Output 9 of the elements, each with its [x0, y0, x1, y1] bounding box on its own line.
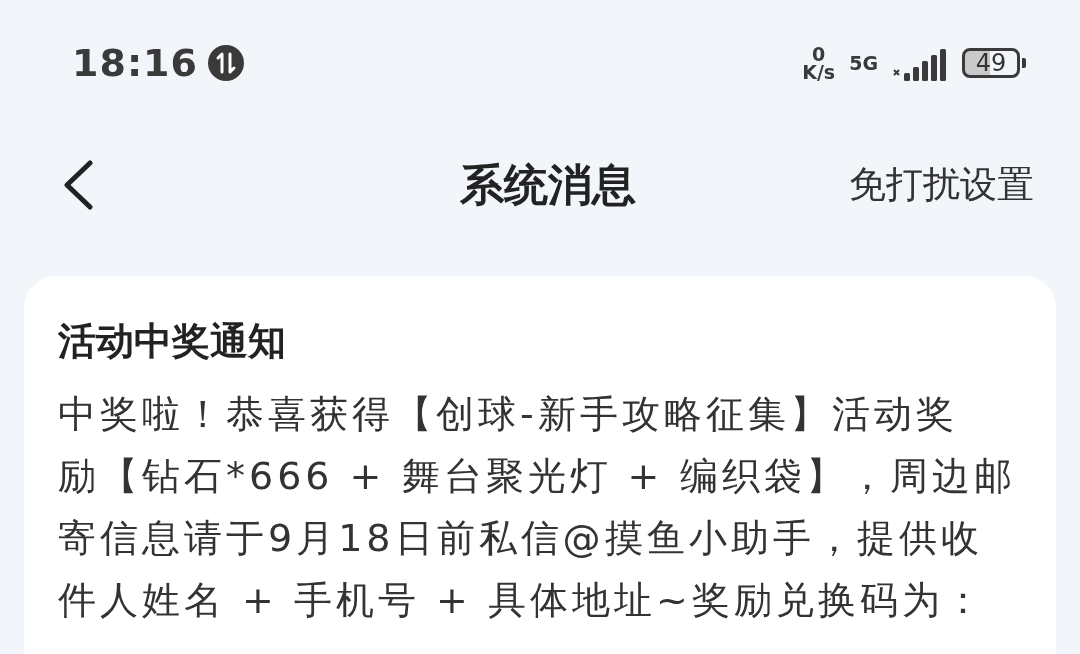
status-time: 18:16 — [72, 41, 198, 85]
message-body: 中奖啦！恭喜获得【创球-新手攻略征集】活动奖 励【钻石*666 + 舞台聚光灯 + 编织袋】，周边邮 寄信息请于9月18日前私信@摸鱼小助手，提供收 件人姓名 + 手机号 + 具体地址~奖励兑换码为： — [58, 391, 1017, 624]
page-title: 系统消息 — [460, 157, 636, 212]
network-type: 5G — [849, 52, 878, 74]
do-not-disturb-settings-button[interactable]: 免打扰设置 — [849, 160, 1034, 210]
data-transfer-icon — [207, 45, 244, 81]
net-speed-value: 0 — [812, 44, 826, 63]
message-title: 活动中奖通知 — [58, 318, 287, 365]
net-speed-unit: K/s — [802, 63, 836, 82]
